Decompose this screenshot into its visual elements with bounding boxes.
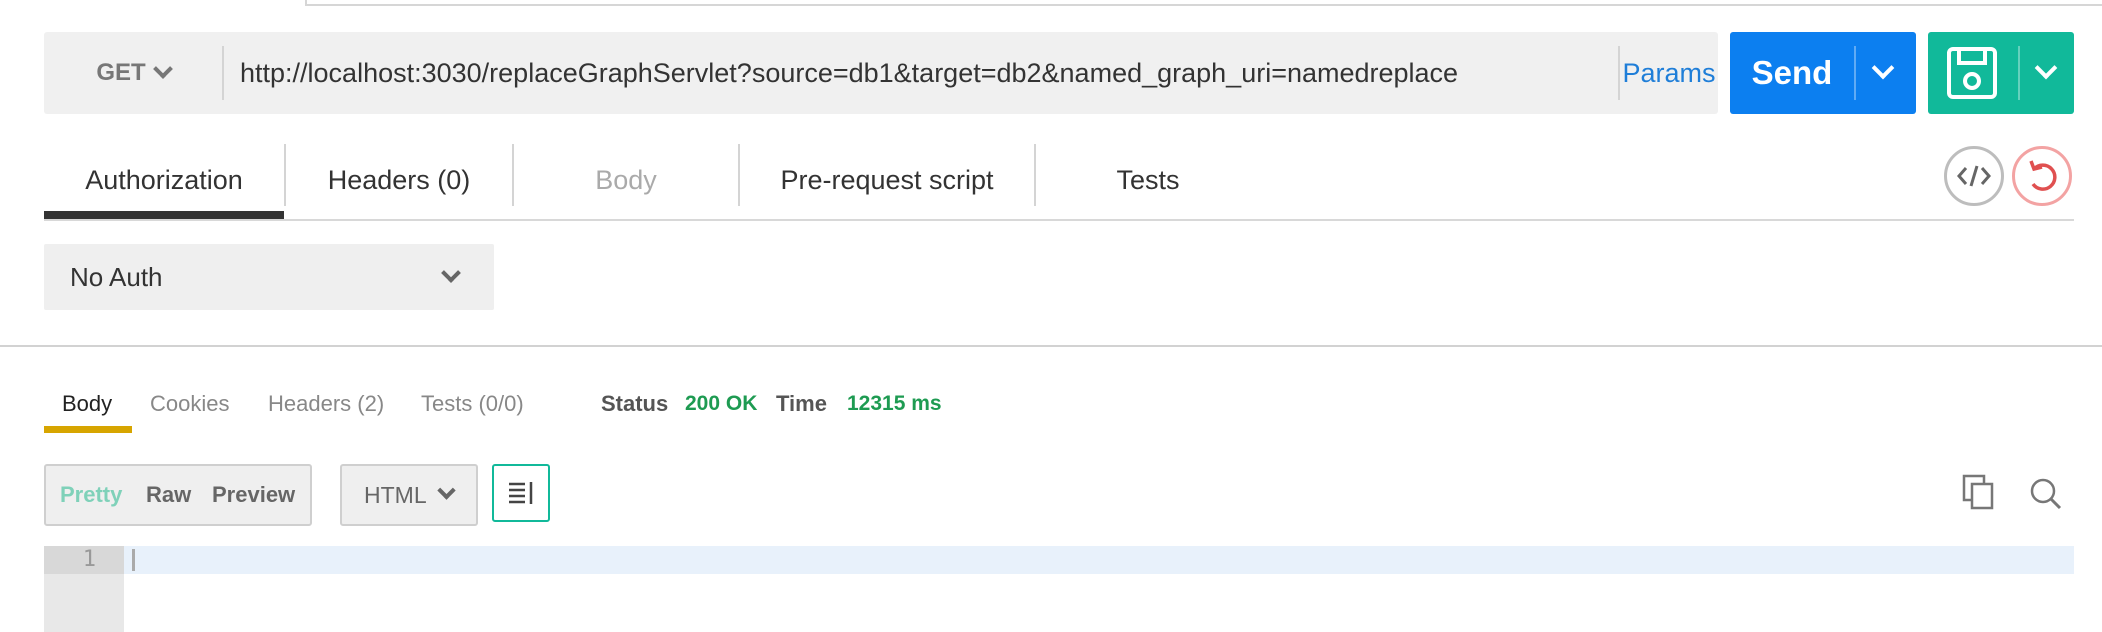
response-tab-headers[interactable]: Headers (2) [268, 384, 384, 424]
tab-body[interactable]: Body [514, 140, 738, 220]
active-tab-indicator [44, 211, 284, 219]
floppy-disk-icon[interactable] [1946, 46, 1998, 100]
status-label: Status [601, 391, 669, 416]
status-value: 200 OK [685, 392, 758, 415]
wrap-lines-button[interactable] [492, 464, 550, 522]
copy-icon[interactable] [1960, 472, 2000, 512]
chevron-down-icon [437, 481, 456, 500]
url-input[interactable]: http://localhost:3030/replaceGraphServle… [240, 32, 1458, 114]
format-pretty[interactable]: Pretty [60, 466, 122, 524]
tab-authorization[interactable]: Authorization [44, 140, 284, 220]
editor-caret [132, 549, 135, 571]
tab-tests[interactable]: Tests [1036, 140, 1260, 220]
format-raw[interactable]: Raw [146, 466, 191, 524]
wrap-lines-icon [509, 482, 533, 504]
chevron-down-icon [441, 263, 461, 283]
response-tab-body[interactable]: Body [62, 384, 112, 424]
request-tabs-underline [44, 219, 2074, 221]
chevron-down-icon[interactable] [2034, 56, 2058, 80]
chevron-down-icon[interactable] [1871, 56, 1895, 80]
time-value: 12315 ms [847, 392, 942, 415]
response-tab-cookies[interactable]: Cookies [150, 384, 229, 424]
line-number: 1 [82, 547, 96, 572]
method-select[interactable]: GET [44, 32, 222, 114]
tab-headers[interactable]: Headers (0) [286, 140, 512, 220]
url-bar: GET http://localhost:3030/replaceGraphSe… [44, 32, 1718, 114]
editor-active-line[interactable] [124, 546, 2074, 574]
response-editor[interactable]: 1 [44, 546, 2074, 632]
auth-type-select[interactable]: No Auth [44, 244, 494, 310]
params-button[interactable]: Params [1620, 32, 1718, 114]
reset-button[interactable] [2012, 146, 2072, 206]
reset-icon [2029, 160, 2057, 191]
language-select[interactable]: HTML [340, 464, 478, 526]
chevron-down-icon [152, 59, 173, 79]
response-section-divider [0, 345, 2102, 347]
method-divider [222, 46, 224, 100]
format-preview[interactable]: Preview [212, 466, 295, 524]
send-button-group: Send [1730, 32, 1916, 114]
save-divider [2018, 46, 2020, 100]
save-button-group [1928, 32, 2074, 114]
format-toggle-group: Pretty Raw Preview [44, 464, 312, 526]
auth-type-label: No Auth [70, 262, 163, 292]
search-icon[interactable] [2026, 472, 2066, 512]
time-label: Time [776, 391, 827, 416]
tab-pre-request-script[interactable]: Pre-request script [740, 140, 1034, 220]
method-label: GET [96, 59, 146, 86]
language-label: HTML [364, 482, 427, 508]
response-tab-tests[interactable]: Tests (0/0) [421, 384, 524, 424]
code-icon [1957, 165, 1991, 187]
code-button[interactable] [1944, 146, 2004, 206]
response-active-tab-indicator [44, 426, 132, 433]
send-divider [1854, 46, 1856, 100]
top-panel-edge [305, 0, 2102, 6]
send-button[interactable]: Send [1730, 32, 1854, 114]
